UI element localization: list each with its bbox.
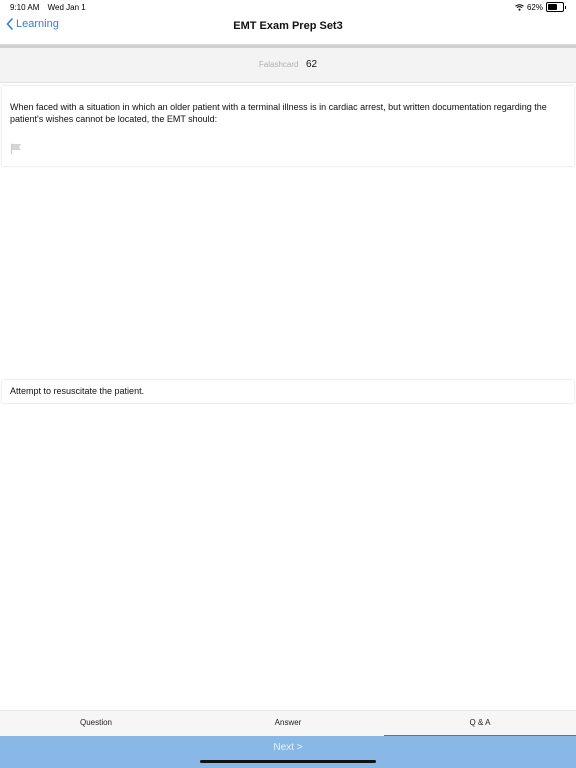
flag-icon[interactable] — [10, 142, 22, 160]
tab-bar: Question Answer Q & A — [0, 710, 576, 737]
tab-q-and-a[interactable]: Q & A — [384, 711, 576, 737]
battery-fill — [548, 4, 557, 10]
battery-percent: 62% — [526, 2, 543, 12]
page-title: EMT Exam Prep Set3 — [233, 20, 343, 32]
status-bar: 9:10 AM Wed Jan 1 62% — [0, 0, 576, 14]
flashcard-label: Falashcard — [258, 60, 299, 69]
question-text: When faced with a situation in which an … — [10, 102, 547, 124]
next-button[interactable]: Next > — [0, 736, 576, 768]
status-date: Wed Jan 1 — [47, 3, 86, 12]
home-indicator[interactable] — [200, 760, 376, 763]
question-card: When faced with a situation in which an … — [2, 86, 574, 166]
tab-answer[interactable]: Answer — [192, 711, 384, 737]
status-left: 9:10 AM Wed Jan 1 — [10, 3, 92, 12]
battery-tip — [565, 5, 566, 9]
flashcard-header: Falashcard 62 — [0, 48, 576, 83]
answer-text: Attempt to resuscitate the patient. — [10, 386, 145, 396]
tab-question[interactable]: Question — [0, 711, 192, 737]
wifi-icon — [515, 3, 524, 11]
status-right: 62% — [515, 2, 566, 12]
answer-card: Attempt to resuscitate the patient. — [2, 380, 574, 403]
nav-bar: Learning EMT Exam Prep Set3 — [0, 14, 576, 45]
status-time: 9:10 AM — [10, 3, 40, 12]
flashcard-number: 62 — [305, 59, 318, 70]
battery-icon — [546, 2, 564, 12]
